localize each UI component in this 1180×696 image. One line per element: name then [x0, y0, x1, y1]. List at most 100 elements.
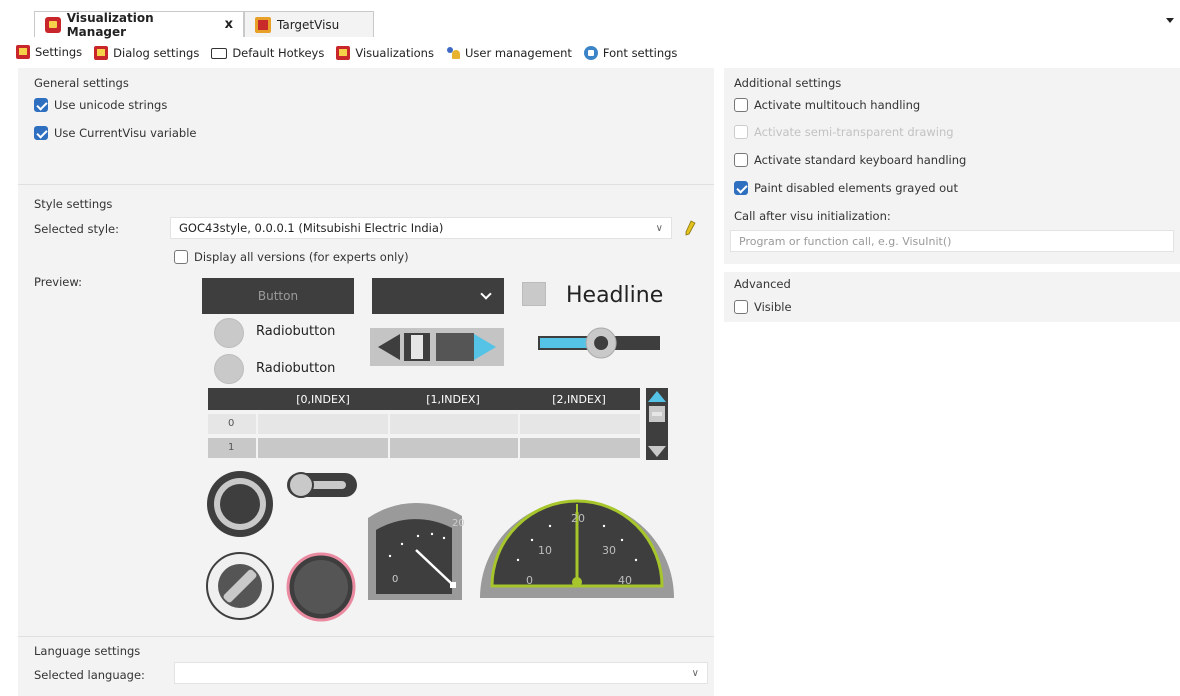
gauge-tick-label: 20: [571, 512, 585, 525]
font-icon: [583, 46, 598, 60]
preview-radiobutton-label: Radiobutton: [256, 361, 336, 376]
display-all-versions-checkbox[interactable]: [174, 250, 188, 264]
subtab-user-management[interactable]: User management: [446, 46, 572, 60]
visualization-manager-icon: [45, 16, 61, 33]
subtab-label: Visualizations: [355, 46, 434, 60]
preview-vertical-scrollbar: [646, 388, 668, 460]
semitransparent-checkbox: [734, 125, 748, 139]
preview-radiobutton: [214, 318, 244, 348]
users-icon: [446, 46, 460, 60]
subtab-default-hotkeys[interactable]: Default Hotkeys: [211, 46, 324, 60]
preview-quarter-gauge: 20 0: [366, 488, 465, 602]
preview-toggle-switch: [286, 470, 358, 500]
preview-round-button: [206, 470, 274, 538]
subtab-label: User management: [464, 46, 572, 60]
preview-lamp: [286, 552, 356, 622]
preview-slider: [538, 326, 660, 360]
edit-style-button[interactable]: [680, 218, 700, 238]
table-header-cell: [2,INDEX]: [552, 392, 606, 406]
grayed-out-row: Paint disabled elements grayed out: [734, 181, 958, 195]
tab-list-dropdown-icon[interactable]: [1166, 18, 1174, 23]
preview-horizontal-scrollbar: [370, 328, 504, 366]
additional-settings-title: Additional settings: [734, 76, 842, 90]
multitouch-row: Activate multitouch handling: [734, 98, 920, 112]
use-currentvisu-row: Use CurrentVisu variable: [34, 126, 196, 140]
multitouch-label: Activate multitouch handling: [754, 98, 921, 112]
settings-subtabs: Settings Dialog settings Default Hotkeys…: [16, 42, 677, 64]
subtab-label: Dialog settings: [113, 46, 200, 60]
chevron-down-icon: ∨: [691, 667, 699, 679]
section-divider: [18, 636, 714, 637]
gauge-tick-label: 30: [602, 544, 616, 557]
tab-visualization-manager[interactable]: Visualization Manager x: [34, 10, 244, 39]
advanced-title: Advanced: [734, 277, 791, 291]
subtab-dialog-settings[interactable]: Dialog settings: [94, 46, 199, 60]
row-number: 0: [228, 418, 235, 429]
call-after-init-placeholder: Program or function call, e.g. VisuInit(…: [739, 234, 952, 248]
settings-icon: [16, 45, 30, 59]
gauge-tick-label: 40: [618, 574, 632, 587]
selected-language-label: Selected language:: [34, 668, 145, 682]
subtab-visualizations[interactable]: Visualizations: [336, 46, 434, 60]
use-unicode-checkbox[interactable]: [34, 98, 48, 112]
style-settings-title: Style settings: [34, 197, 113, 211]
call-after-init-label: Call after visu initialization:: [734, 209, 891, 223]
gauge-tick-label: 10: [538, 544, 552, 557]
use-unicode-label: Use unicode strings: [54, 98, 168, 112]
keyboard-handling-label: Activate standard keyboard handling: [754, 153, 967, 167]
call-after-init-input[interactable]: Program or function call, e.g. VisuInit(…: [730, 230, 1174, 252]
table-header-cell: [0,INDEX]: [296, 392, 350, 406]
selected-style-label: Selected style:: [34, 222, 119, 236]
grayed-out-checkbox[interactable]: [734, 181, 748, 195]
gauge-tick-label: 20: [452, 518, 464, 529]
selected-style-combobox[interactable]: GOC43style, 0.0.0.1 (Mitsubishi Electric…: [170, 217, 672, 239]
visible-row: Visible: [734, 300, 792, 314]
keyboard-handling-row: Activate standard keyboard handling: [734, 153, 966, 167]
preview-radiobutton: [214, 354, 244, 384]
chevron-down-icon: ∨: [655, 222, 663, 234]
display-all-versions-row: Display all versions (for experts only): [174, 250, 409, 264]
use-currentvisu-checkbox[interactable]: [34, 126, 48, 140]
subtab-font-settings[interactable]: Font settings: [583, 46, 678, 60]
keyboard-icon: [211, 47, 228, 59]
table-header-cell: [1,INDEX]: [426, 392, 480, 406]
close-icon[interactable]: x: [225, 17, 233, 32]
preview-table: [0,INDEX] [1,INDEX] [2,INDEX] 0 1: [208, 388, 640, 460]
section-divider: [18, 184, 714, 185]
preview-half-gauge: 10 20 30 0 40: [478, 488, 676, 600]
multitouch-checkbox[interactable]: [734, 98, 748, 112]
table-row: 0: [208, 414, 640, 434]
pencil-icon: [685, 220, 696, 236]
chevron-down-icon: [480, 288, 492, 300]
preview-checkbox: [522, 282, 546, 306]
table-header: [0,INDEX] [1,INDEX] [2,INDEX]: [208, 388, 640, 410]
subtab-label: Font settings: [602, 46, 678, 60]
target-visu-icon: [255, 16, 271, 33]
tab-targetvisu[interactable]: TargetVisu: [244, 11, 374, 37]
preview-button-label: Button: [257, 289, 299, 303]
preview-rotary-knob: [206, 552, 274, 620]
language-settings-title: Language settings: [34, 644, 141, 658]
preview-combobox: [372, 278, 504, 314]
subtab-settings[interactable]: Settings: [16, 45, 82, 61]
visualizations-icon: [336, 46, 351, 60]
semitransparent-row: Activate semi-transparent drawing: [734, 125, 954, 139]
selected-language-combobox[interactable]: ∨: [174, 662, 708, 684]
row-number: 1: [228, 442, 235, 453]
subtab-label: Settings: [35, 45, 83, 59]
general-settings-title: General settings: [34, 76, 129, 90]
tab-label: Visualization Manager: [66, 10, 154, 39]
semitransparent-label: Activate semi-transparent drawing: [754, 125, 954, 139]
preview-radiobutton-label: Radiobutton: [256, 324, 336, 339]
preview-headline: Headline: [566, 283, 664, 308]
document-tab-bar: Visualization Manager x TargetVisu: [0, 0, 1180, 39]
keyboard-handling-checkbox[interactable]: [734, 153, 748, 167]
selected-style-value: GOC43style, 0.0.0.1 (Mitsubishi Electric…: [179, 221, 444, 235]
preview-button: Button: [202, 278, 354, 314]
visible-checkbox[interactable]: [734, 300, 748, 314]
table-row: 1: [208, 438, 640, 458]
use-unicode-row: Use unicode strings: [34, 98, 167, 112]
gauge-tick-label: 0: [392, 574, 398, 585]
display-all-versions-label: Display all versions (for experts only): [194, 250, 409, 264]
use-currentvisu-label: Use CurrentVisu variable: [54, 126, 197, 140]
